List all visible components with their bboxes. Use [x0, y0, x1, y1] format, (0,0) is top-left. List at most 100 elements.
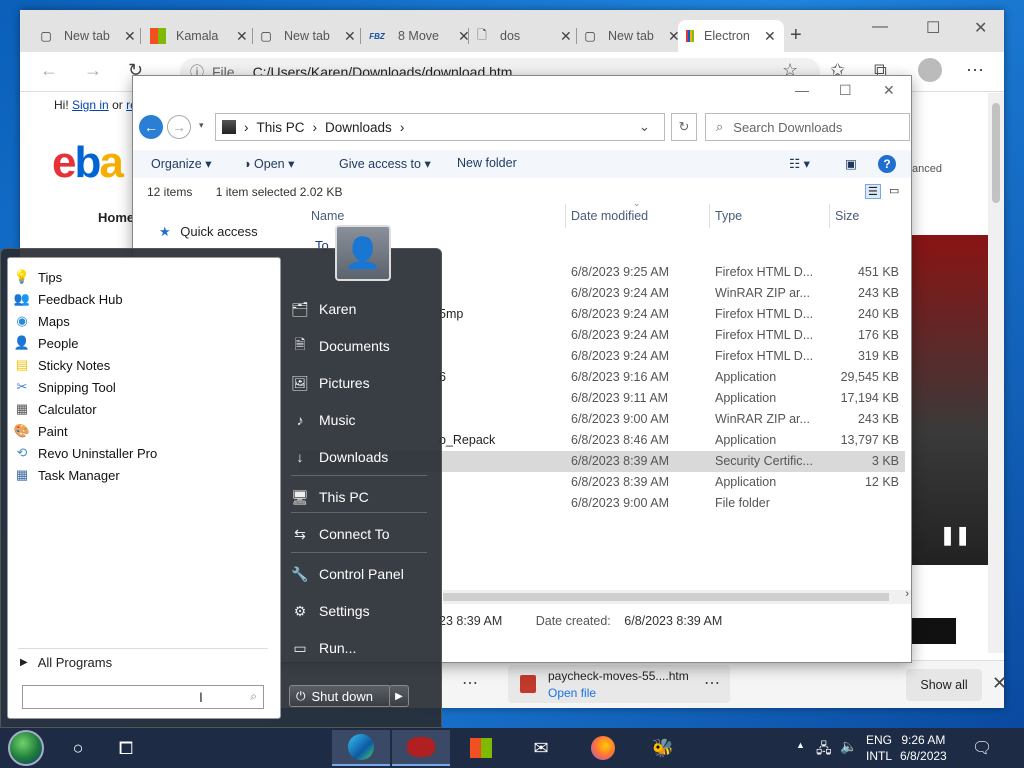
program-item[interactable]: ▦ Calculator: [14, 398, 97, 420]
download-more-icon[interactable]: ⋯: [462, 673, 478, 693]
nav-quick-access[interactable]: ★ Quick access: [159, 224, 258, 240]
program-item[interactable]: 👤 People: [14, 332, 79, 354]
chevron-down-icon[interactable]: ⌄: [639, 119, 650, 135]
search-downloads-input[interactable]: ⌕ Search Downloads: [705, 113, 910, 141]
start-button[interactable]: [8, 730, 44, 766]
new-tab-icon[interactable]: +: [790, 24, 802, 47]
edge-browser-icon[interactable]: [332, 730, 390, 766]
scroll-right-icon[interactable]: ›: [905, 588, 909, 600]
start-right-item[interactable]: 🖼 Pictures: [291, 369, 369, 397]
bee-app-icon[interactable]: 🐝: [636, 730, 690, 766]
tab-dos[interactable]: 🗋 dos ✕: [466, 20, 580, 52]
column-date-modified[interactable]: Date modified: [571, 209, 648, 223]
breadcrumb[interactable]: › This PC › Downloads › ⌄: [215, 113, 665, 141]
horizontal-scrollbar[interactable]: ›: [443, 588, 911, 604]
close-icon[interactable]: ✕: [883, 82, 895, 99]
large-icons-view-icon[interactable]: ▭: [889, 184, 899, 197]
start-search-input[interactable]: I ⌕: [22, 685, 264, 709]
breadcrumb-this-pc[interactable]: This PC: [257, 120, 305, 135]
close-tab-icon[interactable]: ✕: [236, 28, 248, 45]
program-item[interactable]: ✂ Snipping Tool: [14, 376, 116, 398]
start-right-item[interactable]: 🔧 Control Panel: [291, 560, 404, 588]
network-icon[interactable]: 🖧: [816, 738, 832, 762]
program-item[interactable]: 💡 Tips: [14, 266, 62, 288]
start-right-item[interactable]: ⇆ Connect To: [291, 520, 389, 548]
page-scrollbar[interactable]: [988, 93, 1004, 653]
start-right-item[interactable]: 🗎 Documents: [291, 332, 389, 360]
program-item[interactable]: 🎨 Paint: [14, 420, 68, 442]
close-tab-icon[interactable]: ✕: [344, 28, 356, 45]
shutdown-options-arrow[interactable]: ▶: [389, 685, 409, 707]
back-icon[interactable]: ←: [40, 60, 58, 81]
preview-pane-icon[interactable]: ▣: [845, 156, 857, 171]
tray-overflow-icon[interactable]: ▲: [796, 740, 805, 750]
refresh-icon[interactable]: ↻: [671, 113, 697, 141]
start-right-item[interactable]: ⚙ Settings: [291, 597, 370, 625]
firefox-icon[interactable]: [576, 730, 630, 766]
start-right-item[interactable]: ▭ Run...: [291, 634, 356, 662]
program-item[interactable]: ▦ Task Manager: [14, 464, 120, 486]
ebay-advanced-link[interactable]: anced: [912, 163, 942, 175]
new-folder-button[interactable]: New folder: [457, 156, 517, 170]
program-item[interactable]: ⟲ Revo Uninstaller Pro: [14, 442, 158, 464]
sign-in-link[interactable]: Sign in: [72, 98, 109, 112]
tab-electron[interactable]: Electron ✕: [678, 20, 784, 52]
close-icon[interactable]: ✕: [974, 18, 987, 38]
help-icon[interactable]: ?: [878, 155, 896, 173]
download-item-more-icon[interactable]: ⋯: [704, 673, 720, 693]
close-tab-icon[interactable]: ✕: [124, 28, 136, 45]
ebay-logo[interactable]: eba: [52, 138, 124, 188]
organize-menu[interactable]: Organize ▾: [151, 156, 211, 171]
tab-new-3[interactable]: ▢ New tab ✕: [574, 20, 688, 52]
column-name[interactable]: Name: [311, 209, 344, 223]
view-options-icon[interactable]: ☷ ▾: [789, 156, 810, 171]
details-view-icon[interactable]: ☰: [865, 184, 881, 199]
minimize-icon[interactable]: —: [795, 82, 809, 98]
microsoft-store-icon[interactable]: [454, 730, 508, 766]
profile-avatar[interactable]: [918, 58, 942, 82]
tab-8-moves[interactable]: FBZ 8 Move ✕: [358, 20, 478, 52]
close-download-bar-icon[interactable]: ✕: [992, 673, 1007, 694]
minimize-icon[interactable]: —: [872, 18, 888, 36]
shutdown-button[interactable]: ⏻ Shut down: [289, 685, 391, 707]
open-file-link[interactable]: Open file: [548, 686, 596, 700]
open-menu[interactable]: ◑ Open ▾: [243, 156, 294, 171]
start-right-item[interactable]: ↓ Downloads: [291, 443, 389, 471]
all-programs-button[interactable]: ▶ All Programs: [20, 655, 112, 670]
action-center-icon[interactable]: 🗨: [972, 738, 992, 758]
search-circle-icon[interactable]: ○: [56, 730, 100, 766]
program-item[interactable]: ▤ Sticky Notes: [14, 354, 110, 376]
forward-icon[interactable]: →: [84, 60, 102, 81]
input-language[interactable]: ENG INTL: [866, 732, 892, 764]
give-access-menu[interactable]: Give access to ▾: [339, 156, 431, 171]
back-arrow-icon[interactable]: ←: [139, 115, 163, 139]
mail-envelope-icon[interactable]: ✉: [514, 730, 568, 766]
program-item[interactable]: ◉ Maps: [14, 310, 69, 332]
program-item[interactable]: 👥 Feedback Hub: [14, 288, 123, 310]
close-tab-icon[interactable]: ✕: [560, 28, 572, 45]
breadcrumb-downloads[interactable]: Downloads: [325, 120, 392, 135]
close-tab-icon[interactable]: ✕: [764, 28, 776, 45]
show-all-button[interactable]: Show all: [906, 669, 982, 701]
maximize-icon[interactable]: ☐: [926, 18, 940, 38]
recent-locations-icon[interactable]: ▾: [199, 120, 204, 131]
more-menu-icon[interactable]: ⋯: [966, 60, 984, 81]
forward-arrow-icon[interactable]: →: [167, 115, 191, 139]
start-right-item[interactable]: ♪ Music: [291, 406, 356, 434]
tab-new-1[interactable]: ▢ New tab ✕: [30, 20, 144, 52]
user-picture[interactable]: 👤: [335, 225, 391, 281]
start-right-item[interactable]: 🗂 Karen: [291, 295, 356, 323]
volume-muted-icon[interactable]: 🔈: [840, 738, 857, 755]
column-type[interactable]: Type: [715, 209, 742, 223]
tab-new-2[interactable]: ▢ New tab ✕: [250, 20, 364, 52]
task-view-icon[interactable]: ⧠: [104, 730, 148, 766]
pause-icon[interactable]: ❚❚: [940, 525, 970, 546]
clock[interactable]: 9:26 AM 6/8/2023: [900, 732, 947, 764]
red-app-icon[interactable]: [392, 730, 450, 766]
download-item[interactable]: paycheck-moves-55....htm Open file ⋯: [508, 665, 730, 703]
column-size[interactable]: Size: [835, 209, 859, 223]
maximize-icon[interactable]: ☐: [839, 82, 852, 99]
tab-kamala[interactable]: Kamala ✕: [142, 20, 256, 52]
start-right-item[interactable]: 🖥 This PC: [291, 483, 369, 511]
ebay-home-tab[interactable]: Home: [98, 210, 134, 225]
